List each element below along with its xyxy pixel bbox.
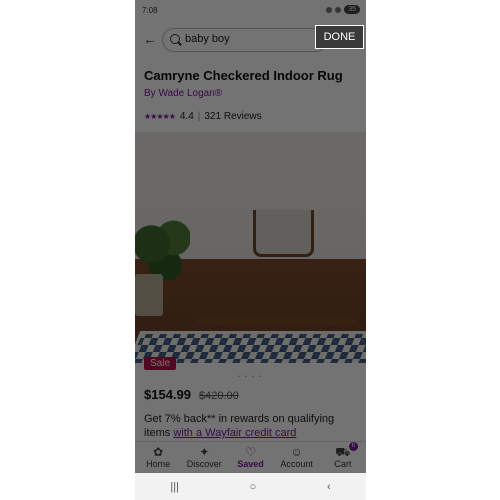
brand-link[interactable]: By Wade Logan® [144, 88, 222, 99]
price-row: $154.99 $420.00 [144, 387, 239, 402]
done-button[interactable]: DONE [315, 25, 364, 49]
discover-icon: ✦ [199, 445, 210, 459]
review-count: 321 Reviews [204, 111, 262, 122]
nav-home[interactable]: ✿ Home [135, 442, 181, 474]
android-nav-bar: ||| ○ ‹ [135, 473, 366, 500]
nav-discover[interactable]: ✦ Discover [181, 442, 227, 474]
rating-row[interactable]: ★★★★★ 4.4 | 321 Reviews [144, 111, 262, 122]
image-carousel-dots[interactable]: • • • • [135, 374, 366, 380]
search-input[interactable] [183, 32, 317, 46]
phone-screen: 7:08 35 ← Camryne Checkered Indoor Rug B… [135, 0, 366, 500]
current-price: $154.99 [144, 387, 191, 402]
sale-badge: Sale [144, 357, 177, 370]
back-button-icon[interactable]: ‹ [327, 481, 331, 493]
home-icon: ✿ [153, 445, 164, 459]
credit-card-promo: Get 7% back** in rewards on qualifying i… [144, 412, 359, 440]
heart-icon: ♡ [245, 445, 256, 459]
search-box[interactable] [162, 28, 328, 52]
signal-icon [335, 6, 342, 13]
status-time: 7:08 [142, 6, 158, 15]
divider: | [197, 111, 201, 122]
product-image[interactable] [135, 132, 366, 363]
recents-icon[interactable]: ||| [170, 481, 179, 493]
status-icons: 35 [326, 5, 360, 14]
rating-stars-icon: ★★★★★ [144, 112, 176, 121]
original-price: $420.00 [199, 390, 239, 402]
rug-wrap [135, 132, 366, 363]
product-title: Camryne Checkered Indoor Rug [144, 68, 343, 83]
wifi-icon [326, 6, 333, 13]
rating-value: 4.4 [179, 111, 194, 122]
home-button-icon[interactable]: ○ [250, 481, 257, 493]
cart-count-badge: 6 [348, 442, 358, 451]
cart-icon: ⛟ [335, 445, 351, 459]
back-arrow-icon[interactable]: ← [143, 31, 157, 47]
search-icon [170, 34, 180, 44]
nav-saved[interactable]: ♡ Saved [227, 442, 273, 474]
account-icon: ☺ [290, 445, 303, 459]
nav-cart[interactable]: ⛟ 6 Cart [320, 442, 366, 474]
nav-account-label: Account [280, 459, 313, 469]
nav-discover-label: Discover [186, 459, 222, 469]
product-content: Camryne Checkered Indoor Rug By Wade Log… [135, 56, 366, 441]
nav-saved-label: Saved [237, 459, 264, 469]
battery-icon: 35 [344, 5, 360, 14]
nav-home-label: Home [146, 459, 171, 469]
nav-cart-label: Cart [334, 459, 352, 469]
bottom-nav: ✿ Home ✦ Discover ♡ Saved ☺ Account ⛟ 6 … [135, 441, 366, 474]
credit-card-link[interactable]: with a Wayfair credit card [173, 427, 296, 439]
status-bar: 7:08 35 [135, 0, 366, 22]
nav-account[interactable]: ☺ Account [274, 442, 320, 474]
